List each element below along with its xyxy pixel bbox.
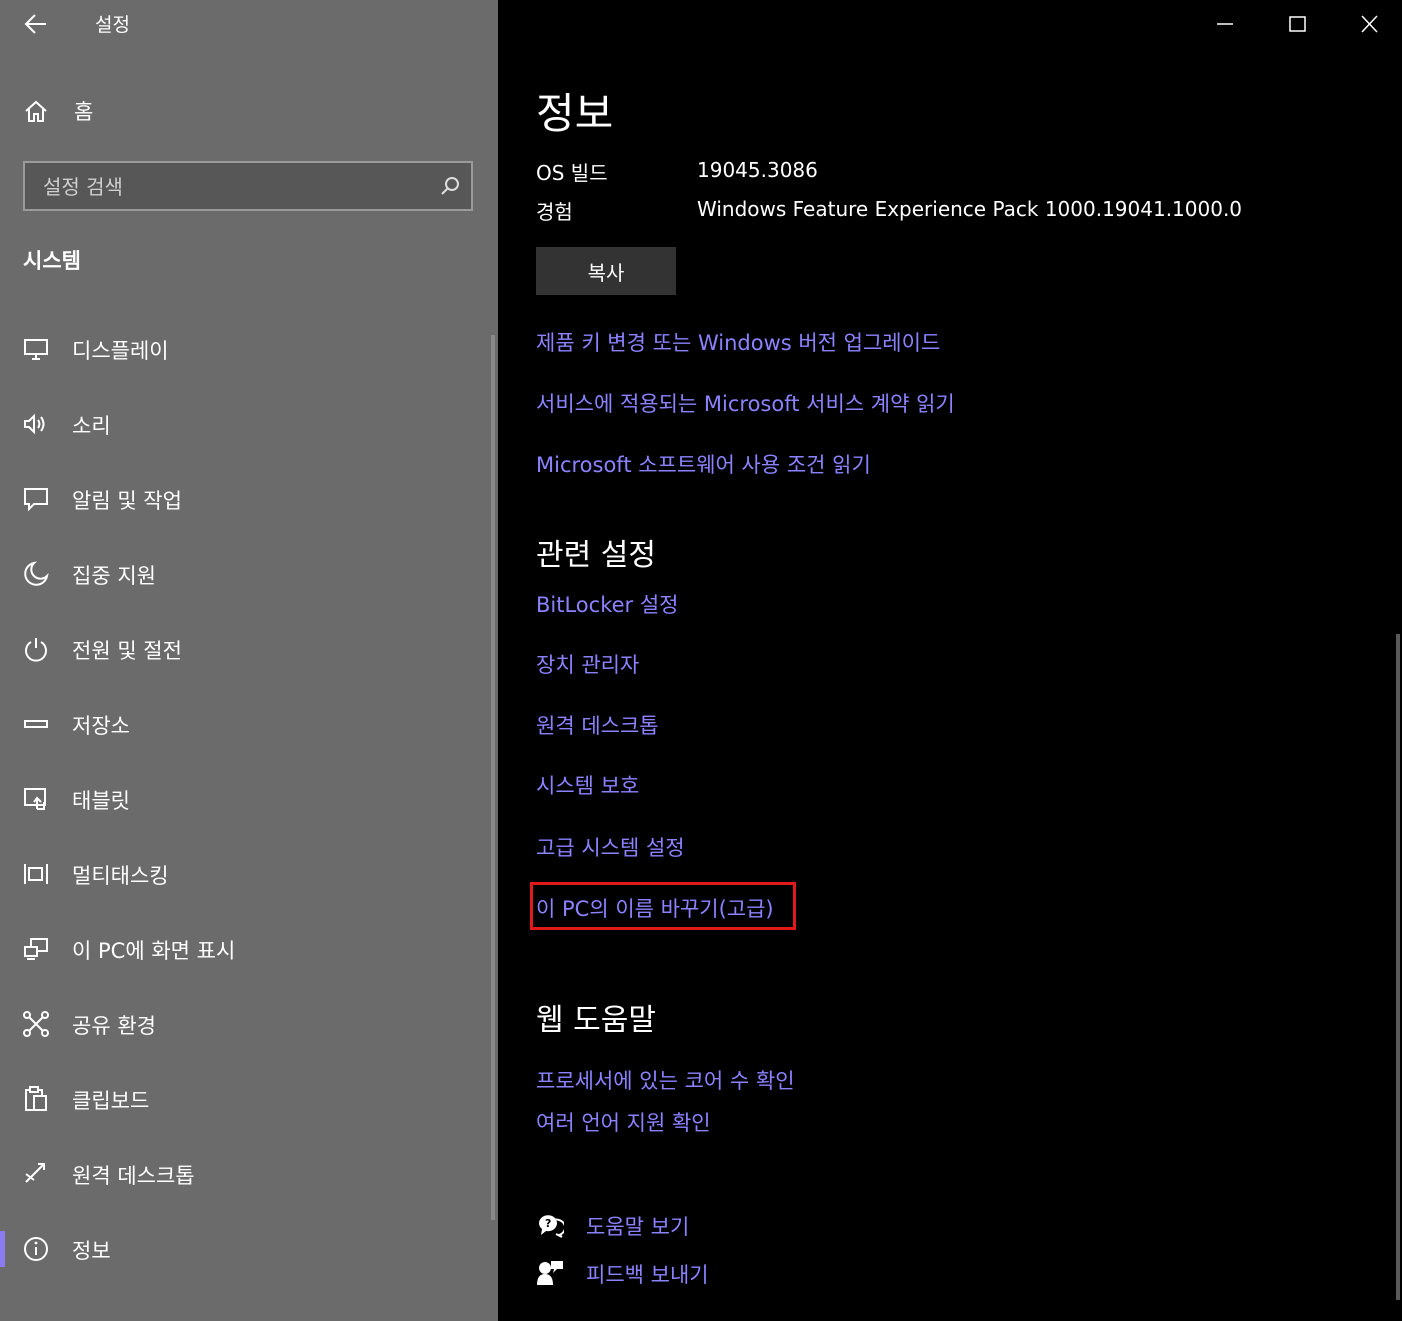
link-language-support[interactable]: 여러 언어 지원 확인 — [536, 1107, 711, 1137]
sidebar-item-sound[interactable]: 소리 — [0, 386, 490, 461]
feedback-label: 피드백 보내기 — [586, 1263, 709, 1287]
sidebar-item-label: 알림 및 작업 — [72, 489, 182, 513]
sidebar-item-remote-desktop[interactable]: 원격 데스크톱 — [0, 1136, 490, 1211]
spec-value-os-build: 19045.3086 — [697, 158, 818, 182]
sidebar-item-label: 전원 및 절전 — [72, 639, 182, 663]
content-scrollbar[interactable] — [1396, 634, 1400, 1300]
sidebar-item-notifications[interactable]: 알림 및 작업 — [0, 461, 490, 536]
sidebar-nav: 디스플레이 소리 알림 및 작업 집중 지원 전원 및 절전 저장소 태블릿 멀… — [0, 311, 490, 1286]
link-advanced-system-settings[interactable]: 고급 시스템 설정 — [536, 832, 685, 862]
feedback-icon — [537, 1261, 563, 1285]
maximize-icon[interactable] — [1279, 8, 1315, 40]
minimize-icon[interactable] — [1207, 8, 1243, 40]
app-title: 설정 — [95, 14, 130, 36]
page-title: 정보 — [536, 89, 614, 138]
sidebar-item-label: 디스플레이 — [72, 339, 169, 363]
sidebar-item-power[interactable]: 전원 및 절전 — [0, 611, 490, 686]
spec-value-experience: Windows Feature Experience Pack 1000.190… — [697, 197, 1243, 221]
close-icon[interactable] — [1351, 8, 1387, 40]
sidebar-item-shared-experiences[interactable]: 공유 환경 — [0, 986, 490, 1061]
clipboard-icon — [25, 1086, 47, 1111]
sidebar-item-label: 멀티태스킹 — [72, 864, 169, 888]
link-change-product-key[interactable]: 제품 키 변경 또는 Windows 버전 업그레이드 — [536, 327, 940, 357]
help-chat-icon: ? — [538, 1215, 564, 1238]
power-icon — [25, 638, 47, 662]
link-system-protection[interactable]: 시스템 보호 — [536, 770, 639, 800]
project-icon — [24, 938, 48, 960]
link-remote-desktop[interactable]: 원격 데스크톱 — [536, 710, 659, 740]
sidebar-item-label: 원격 데스크톱 — [72, 1164, 195, 1188]
monitor-icon — [24, 339, 48, 360]
sidebar-item-label: 태블릿 — [72, 789, 130, 813]
feedback-link[interactable]: 피드백 보내기 — [536, 1259, 709, 1287]
sidebar-item-tablet[interactable]: 태블릿 — [0, 761, 490, 836]
related-settings-heading: 관련 설정 — [536, 538, 656, 573]
content-pane: 정보 OS 빌드 19045.3086 경험 Windows Feature E… — [498, 0, 1402, 1321]
svg-text:?: ? — [545, 1217, 551, 1230]
link-license-terms[interactable]: Microsoft 소프트웨어 사용 조건 읽기 — [536, 449, 871, 479]
sidebar-item-clipboard[interactable]: 클립보드 — [0, 1061, 490, 1136]
sidebar-item-focus-assist[interactable]: 집중 지원 — [0, 536, 490, 611]
link-processor-cores[interactable]: 프로세서에 있는 코어 수 확인 — [536, 1065, 795, 1095]
search-icon[interactable] — [439, 175, 461, 197]
sidebar-item-label: 소리 — [72, 414, 111, 438]
web-help-heading: 웹 도움말 — [536, 1003, 656, 1038]
sidebar-scrollbar[interactable] — [491, 335, 495, 1220]
moon-icon — [24, 561, 49, 586]
sidebar-item-label: 정보 — [72, 1239, 111, 1263]
remote-icon — [25, 1163, 45, 1183]
sidebar-item-project[interactable]: 이 PC에 화면 표시 — [0, 911, 490, 986]
link-service-agreement[interactable]: 서비스에 적용되는 Microsoft 서비스 계약 읽기 — [536, 388, 955, 418]
info-icon — [24, 1237, 48, 1261]
sidebar-item-label: 저장소 — [72, 714, 130, 738]
spec-key-os-build: OS 빌드 — [536, 161, 608, 185]
sidebar-item-label: 공유 환경 — [72, 1014, 156, 1038]
back-arrow-icon[interactable] — [22, 10, 50, 38]
home-nav-item[interactable]: 홈 — [22, 96, 93, 126]
sidebar-item-display[interactable]: 디스플레이 — [0, 311, 490, 386]
copy-button[interactable]: 복사 — [536, 247, 676, 295]
get-help-label: 도움말 보기 — [586, 1215, 690, 1239]
sidebar-item-storage[interactable]: 저장소 — [0, 686, 490, 761]
search-box[interactable] — [23, 161, 473, 211]
get-help-link[interactable]: ? 도움말 보기 — [536, 1211, 689, 1239]
storage-icon — [24, 720, 48, 728]
highlight-box — [530, 882, 796, 930]
multitask-icon — [24, 864, 48, 884]
search-input[interactable] — [25, 163, 445, 211]
tablet-icon — [24, 788, 46, 810]
link-bitlocker-settings[interactable]: BitLocker 설정 — [536, 589, 678, 619]
sidebar-item-label: 이 PC에 화면 표시 — [72, 939, 236, 963]
sidebar-item-about[interactable]: 정보 — [0, 1211, 490, 1286]
home-icon — [25, 100, 47, 122]
spec-key-experience: 경험 — [536, 200, 573, 224]
link-device-manager[interactable]: 장치 관리자 — [536, 649, 639, 679]
notification-icon — [24, 488, 48, 512]
home-label: 홈 — [74, 100, 94, 124]
speaker-icon — [24, 413, 45, 435]
sidebar-item-label: 집중 지원 — [72, 564, 156, 588]
sidebar-item-multitasking[interactable]: 멀티태스킹 — [0, 836, 490, 911]
section-title: 시스템 — [23, 249, 81, 273]
sidebar: 설정 홈 시스템 디스플레이 소리 — [0, 0, 498, 1321]
sidebar-item-label: 클립보드 — [72, 1089, 150, 1113]
share-icon — [23, 1011, 49, 1037]
